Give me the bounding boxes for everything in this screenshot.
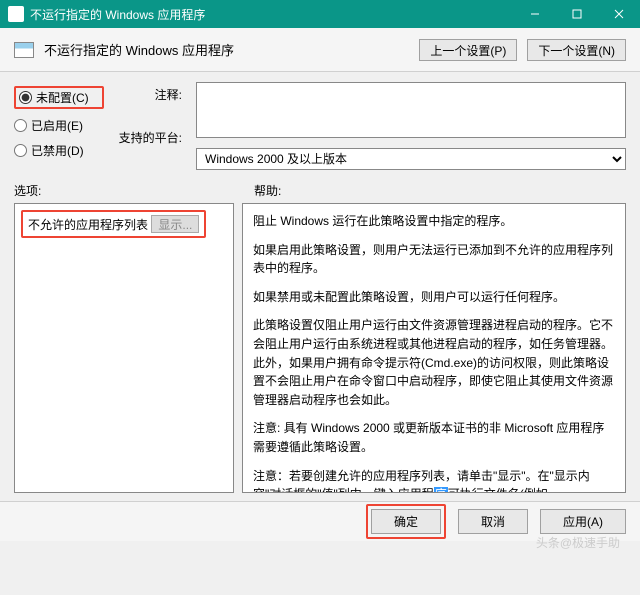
disallowed-list-label: 不允许的应用程序列表: [28, 218, 148, 232]
radio-unconfigured[interactable]: 未配置(C): [19, 89, 99, 106]
radio-disabled-label: 已禁用(D): [31, 142, 84, 159]
platform-label: 支持的平台:: [118, 129, 182, 146]
section-labels: 选项: 帮助:: [0, 176, 640, 203]
radio-disabled-input[interactable]: [14, 144, 27, 157]
apply-button[interactable]: 应用(A): [540, 509, 626, 534]
highlight-unconfigured: 未配置(C): [14, 86, 104, 109]
maximize-button[interactable]: [556, 0, 598, 28]
help-p6-highlight: 序: [434, 487, 448, 493]
window-controls: [514, 0, 640, 28]
policy-icon: [14, 42, 34, 58]
radio-enabled-label: 已启用(E): [31, 117, 83, 134]
field-labels: 注释: 支持的平台:: [118, 82, 182, 170]
help-p1: 阻止 Windows 运行在此策略设置中指定的程序。: [253, 212, 615, 231]
highlight-ok: 确定: [366, 504, 446, 539]
header-title: 不运行指定的 Windows 应用程序: [44, 40, 409, 59]
platform-select[interactable]: Windows 2000 及以上版本: [196, 148, 626, 170]
radio-unconfigured-input[interactable]: [19, 91, 32, 104]
options-panel: 不允许的应用程序列表 显示...: [14, 203, 234, 493]
radio-unconfigured-label: 未配置(C): [36, 89, 89, 106]
highlight-disallowed: 不允许的应用程序列表 显示...: [21, 210, 206, 238]
help-p4: 此策略设置仅阻止用户运行由文件资源管理器进程启动的程序。它不会阻止用户运行由系统…: [253, 316, 615, 409]
help-p3: 如果禁用或未配置此策略设置，则用户可以运行任何程序。: [253, 288, 615, 307]
help-p6: 注意：若要创建允许的应用程序列表，请单击"显示"。在"显示内容"对话框的"值"列…: [253, 467, 615, 493]
radio-enabled-input[interactable]: [14, 119, 27, 132]
header: 不运行指定的 Windows 应用程序 上一个设置(P) 下一个设置(N): [0, 28, 640, 72]
help-label: 帮助:: [254, 182, 281, 199]
field-values: Windows 2000 及以上版本: [196, 82, 626, 170]
show-list-button[interactable]: 显示...: [151, 215, 199, 233]
comment-textarea[interactable]: [196, 82, 626, 138]
help-panel[interactable]: 阻止 Windows 运行在此策略设置中指定的程序。 如果启用此策略设置，则用户…: [242, 203, 626, 493]
radio-group: 未配置(C) 已启用(E) 已禁用(D): [14, 86, 104, 170]
comment-label: 注释:: [118, 86, 182, 103]
help-p5: 注意: 具有 Windows 2000 或更新版本证书的非 Microsoft …: [253, 419, 615, 456]
next-setting-button[interactable]: 下一个设置(N): [527, 39, 626, 61]
ok-button[interactable]: 确定: [371, 509, 441, 534]
radio-enabled[interactable]: 已启用(E): [14, 117, 104, 134]
window-title: 不运行指定的 Windows 应用程序: [30, 6, 514, 23]
panels: 不允许的应用程序列表 显示... 阻止 Windows 运行在此策略设置中指定的…: [0, 203, 640, 501]
config-section: 未配置(C) 已启用(E) 已禁用(D) 注释: 支持的平台: Windows …: [0, 72, 640, 176]
close-button[interactable]: [598, 0, 640, 28]
previous-setting-button[interactable]: 上一个设置(P): [419, 39, 517, 61]
options-label: 选项:: [14, 182, 254, 199]
minimize-button[interactable]: [514, 0, 556, 28]
app-icon: [8, 6, 24, 22]
radio-disabled[interactable]: 已禁用(D): [14, 142, 104, 159]
watermark: 头条@极速手助: [536, 534, 620, 551]
help-p2: 如果启用此策略设置，则用户无法运行已添加到不允许的应用程序列表中的程序。: [253, 241, 615, 278]
titlebar: 不运行指定的 Windows 应用程序: [0, 0, 640, 28]
cancel-button[interactable]: 取消: [458, 509, 528, 534]
disallowed-list-row: 不允许的应用程序列表 显示...: [21, 210, 227, 238]
